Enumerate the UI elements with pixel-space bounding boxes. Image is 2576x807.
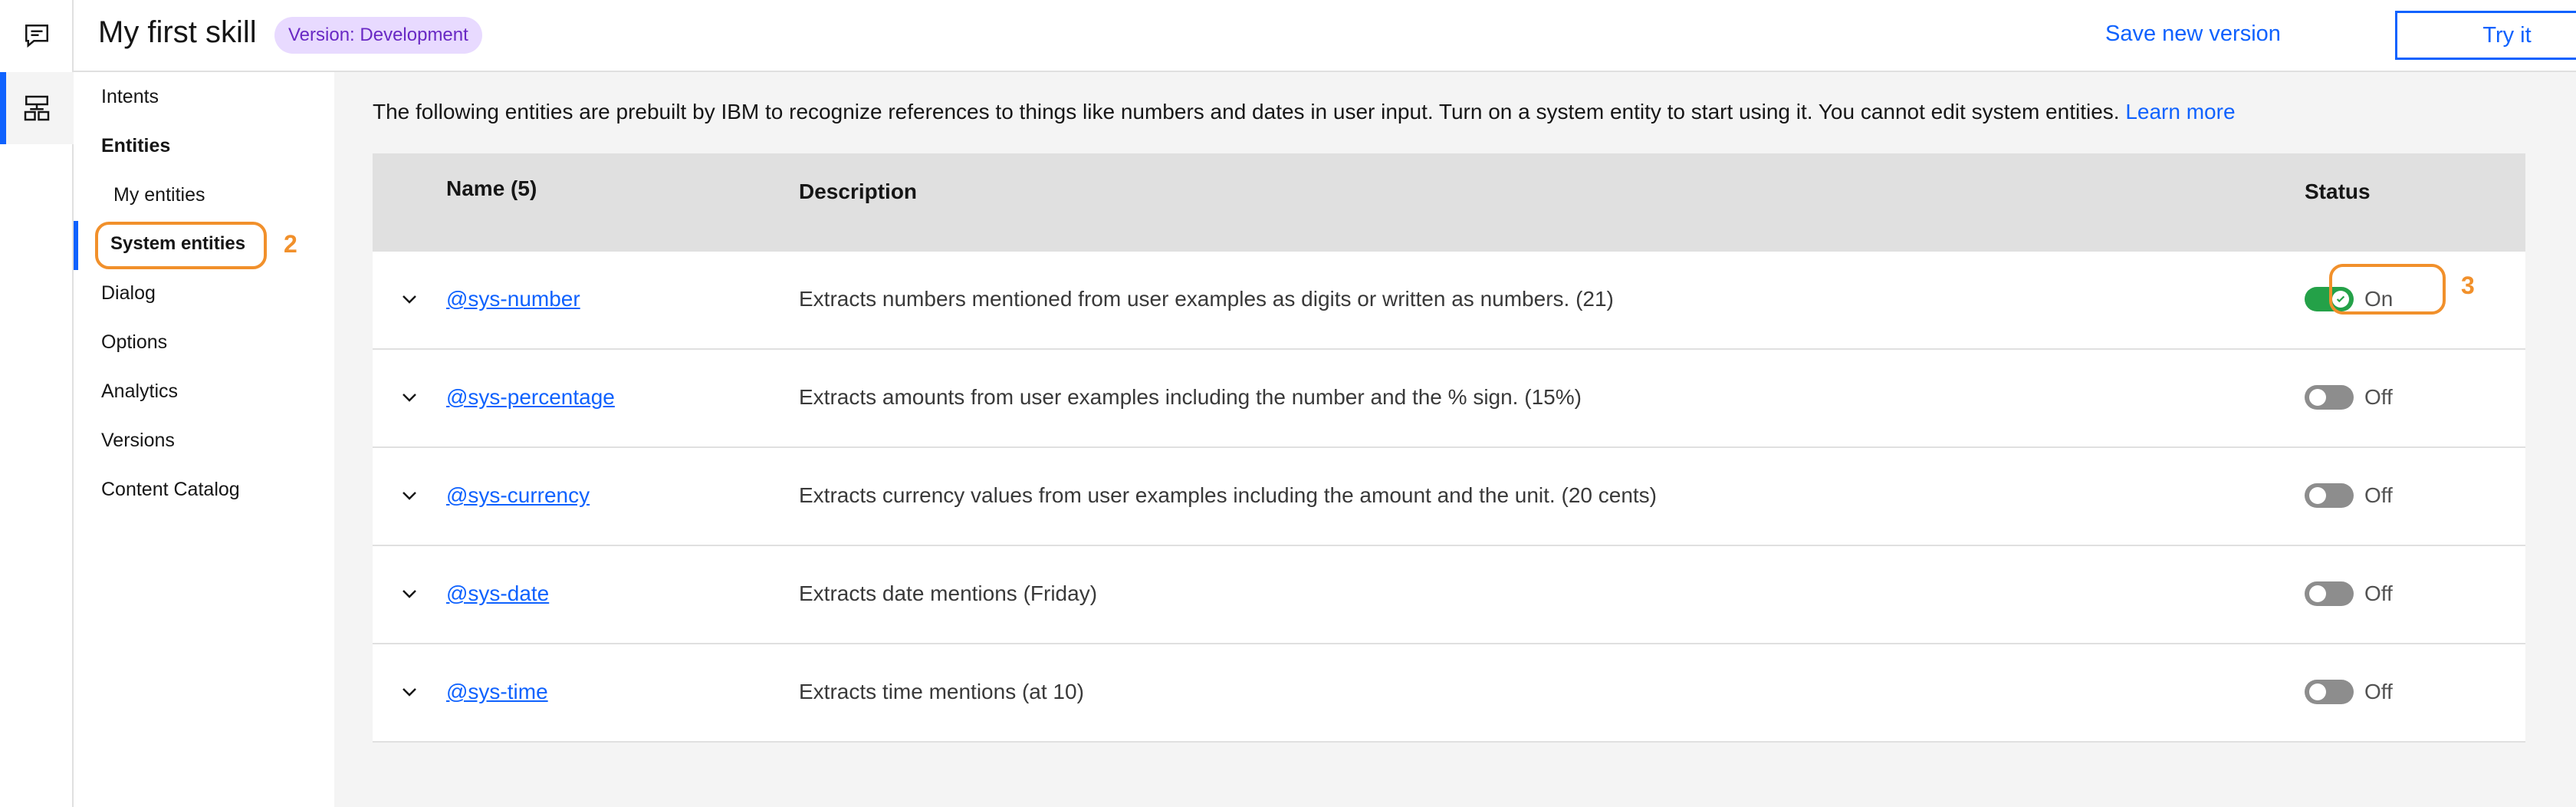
entity-name-link[interactable]: @sys-time	[446, 680, 548, 704]
status-label: Off	[2364, 581, 2393, 605]
status-label: Off	[2364, 483, 2393, 507]
nav-active-indicator	[74, 221, 78, 270]
intro-description: The following entities are prebuilt by I…	[373, 100, 2120, 124]
callout-number-3: 3	[2461, 272, 2475, 299]
status-label: Off	[2364, 385, 2393, 409]
nav-item-options[interactable]: Options	[101, 331, 167, 354]
status-toggle[interactable]	[2305, 581, 2354, 606]
intro-text: The following entities are prebuilt by I…	[373, 100, 2236, 124]
status-toggle[interactable]	[2305, 483, 2354, 508]
table-row: @sys-currency Extracts currency values f…	[373, 448, 2525, 546]
nav-item-versions[interactable]: Versions	[101, 430, 175, 452]
table-row: @sys-number Extracts numbers mentioned f…	[373, 252, 2525, 350]
status-cell: Off	[2305, 479, 2393, 512]
chat-rail-button[interactable]	[0, 0, 74, 72]
callout-number-2: 2	[284, 230, 297, 258]
status-callout-box	[2329, 264, 2446, 315]
entity-description: Extracts time mentions (at 10)	[799, 680, 1084, 703]
toggle-knob	[2309, 389, 2326, 406]
entity-name-link[interactable]: @sys-number	[446, 287, 580, 311]
toggle-knob	[2309, 585, 2326, 602]
entity-name-link[interactable]: @sys-date	[446, 581, 549, 606]
nav-item-entities[interactable]: Entities	[101, 135, 170, 157]
nav-item-dialog[interactable]: Dialog	[101, 282, 156, 305]
chevron-down-icon[interactable]	[400, 290, 419, 308]
chevron-down-icon[interactable]	[400, 486, 419, 505]
nav-item-my-entities[interactable]: My entities	[113, 184, 205, 206]
save-new-version-button[interactable]: Save new version	[2105, 21, 2281, 47]
table-row: @sys-time Extracts time mentions (at 10)…	[373, 644, 2525, 743]
entity-description: Extracts date mentions (Friday)	[799, 581, 1098, 605]
table-row: @sys-date Extracts date mentions (Friday…	[373, 546, 2525, 644]
page-header: My first skill Version: Development Save…	[74, 0, 2576, 72]
entity-description: Extracts numbers mentioned from user exa…	[799, 287, 1614, 311]
nav-item-analytics[interactable]: Analytics	[101, 380, 178, 403]
table-header: Name (5) Description Status	[373, 153, 2525, 252]
version-tag[interactable]: Version: Development	[274, 17, 482, 54]
page-title: My first skill	[98, 15, 257, 49]
main-content: The following entities are prebuilt by I…	[334, 72, 2576, 807]
entity-name-link[interactable]: @sys-currency	[446, 483, 590, 508]
chevron-down-icon[interactable]	[400, 683, 419, 701]
chevron-down-icon[interactable]	[400, 585, 419, 603]
chevron-down-icon[interactable]	[400, 388, 419, 407]
column-header-name[interactable]: Name (5)	[446, 176, 537, 201]
entity-name-link[interactable]: @sys-percentage	[446, 385, 615, 410]
table-row: @sys-percentage Extracts amounts from us…	[373, 350, 2525, 448]
chat-icon	[25, 25, 48, 48]
try-it-button[interactable]: Try it	[2395, 11, 2576, 60]
entity-description: Extracts amounts from user examples incl…	[799, 385, 1582, 409]
nav-item-intents[interactable]: Intents	[101, 86, 159, 108]
nav-item-system-entities[interactable]: System entities	[110, 233, 245, 255]
entity-description: Extracts currency values from user examp…	[799, 483, 1657, 507]
status-toggle[interactable]	[2305, 680, 2354, 704]
skills-rail-button[interactable]	[0, 72, 74, 144]
skills-icon	[24, 95, 50, 121]
learn-more-link[interactable]: Learn more	[2125, 100, 2235, 124]
status-cell: Off	[2305, 380, 2393, 414]
column-header-description: Description	[799, 180, 918, 203]
status-label: Off	[2364, 680, 2393, 703]
system-entities-table: Name (5) Description Status @sys-number …	[373, 153, 2525, 743]
nav-item-content-catalog[interactable]: Content Catalog	[101, 479, 240, 501]
toggle-knob	[2309, 487, 2326, 504]
status-cell: Off	[2305, 675, 2393, 709]
skill-nav: Intents Entities My entities System enti…	[74, 72, 334, 807]
column-header-status: Status	[2305, 180, 2371, 203]
status-cell: Off	[2305, 577, 2393, 611]
status-toggle[interactable]	[2305, 385, 2354, 410]
toggle-knob	[2309, 683, 2326, 700]
icon-rail	[0, 0, 74, 807]
